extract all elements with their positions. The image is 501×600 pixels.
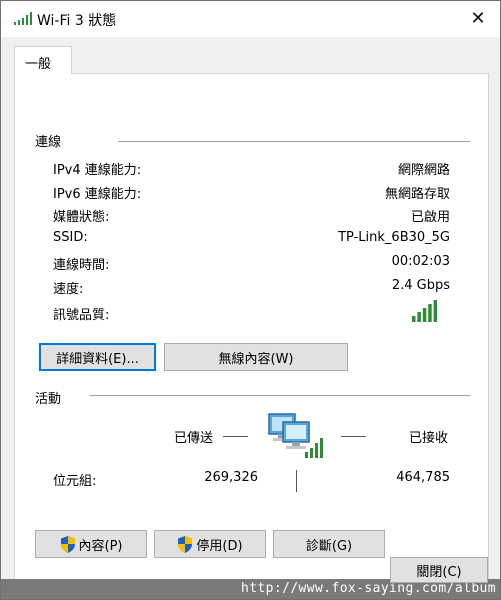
ipv6-value: 無網路存取 <box>384 187 450 202</box>
window-title: Wi-Fi 3 狀態 <box>37 13 117 29</box>
close-icon: ✕ <box>470 7 486 29</box>
bytes-sent-value: 269,326 <box>204 470 258 485</box>
tab-general[interactable]: 一般 <box>14 46 72 74</box>
signal-bar <box>417 312 421 322</box>
connection-divider <box>118 141 470 142</box>
uac-shield-icon <box>178 535 193 553</box>
diagnose-button[interactable]: 診斷(G) <box>273 530 385 558</box>
duration-label: 連線時間: <box>53 258 110 273</box>
signal-quality-label: 訊號品質: <box>53 308 110 323</box>
speed-label: 速度: <box>53 282 84 297</box>
speed-value: 2.4 Gbps <box>391 278 450 293</box>
ssid-label: SSID: <box>53 230 88 245</box>
title-bar[interactable]: Wi-Fi 3 狀態 ✕ <box>1 1 500 37</box>
signal-bar <box>428 304 432 322</box>
signal-bar <box>412 316 416 322</box>
sent-dash <box>223 436 248 437</box>
close-button-label: 關閉(C) <box>416 564 462 580</box>
network-computers-icon <box>268 413 323 458</box>
uac-shield-icon <box>60 535 75 553</box>
signal-bar <box>433 300 438 322</box>
signal-quality-icon <box>412 300 438 322</box>
media-state-value: 已啟用 <box>410 210 450 225</box>
dialog-client: 一般 連線 IPv4 連線能力: 網際網路 IPv6 連線能力: 無網路存取 媒… <box>1 37 500 599</box>
properties-button-label: 內容(P) <box>78 538 123 554</box>
wifi-signal-icon <box>14 12 32 25</box>
connection-section-label: 連線 <box>35 135 62 150</box>
media-state-label: 媒體狀態: <box>53 210 110 225</box>
tab-general-label: 一般 <box>25 57 52 72</box>
watermark-url: http://www.fox-saying.com/album <box>240 581 496 596</box>
close-button[interactable]: 關閉(C) <box>390 557 488 583</box>
disable-button[interactable]: 停用(D) <box>154 530 266 558</box>
sent-label: 已傳送 <box>174 431 214 446</box>
status-window: Wi-Fi 3 狀態 ✕ 一般 連線 IPv4 連線能力: 網際網路 IPv6 … <box>0 0 501 600</box>
close-window-button[interactable]: ✕ <box>456 1 500 35</box>
signal-bar <box>422 308 427 322</box>
properties-button[interactable]: 內容(P) <box>35 530 147 558</box>
received-label: 已接收 <box>409 431 449 446</box>
wireless-properties-button[interactable]: 無線內容(W) <box>164 343 348 371</box>
received-dash <box>341 436 366 437</box>
disable-button-label: 停用(D) <box>196 538 243 554</box>
duration-value: 00:02:03 <box>391 254 450 269</box>
general-panel: 連線 IPv4 連線能力: 網際網路 IPv6 連線能力: 無網路存取 媒體狀態… <box>14 73 489 583</box>
bytes-label: 位元組: <box>53 474 97 489</box>
wireless-properties-label: 無線內容(W) <box>218 351 294 367</box>
details-button-label: 詳細資料(E)... <box>56 351 139 367</box>
bytes-received-value: 464,785 <box>396 470 450 485</box>
activity-section-label: 活動 <box>35 392 62 407</box>
ipv6-label: IPv6 連線能力: <box>53 187 142 202</box>
activity-separator <box>296 470 297 492</box>
ipv4-label: IPv4 連線能力: <box>53 163 142 178</box>
diagnose-button-label: 診斷(G) <box>305 538 353 554</box>
ipv4-value: 網際網路 <box>397 163 450 178</box>
activity-divider <box>90 395 470 396</box>
details-button[interactable]: 詳細資料(E)... <box>39 343 156 371</box>
ssid-value: TP-Link_6B30_5G <box>338 230 450 245</box>
